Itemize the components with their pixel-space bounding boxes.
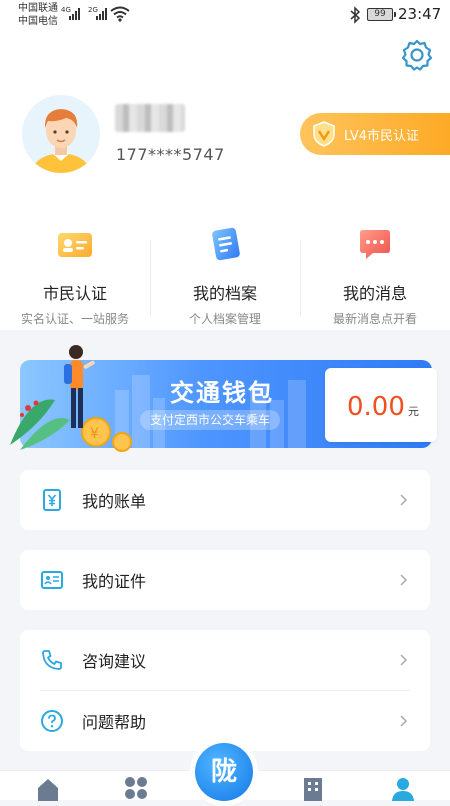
quick-action-citizen-auth[interactable]: 市民认证 实名认证、一站服务 bbox=[0, 220, 150, 326]
level-badge[interactable]: LV4市民认证 bbox=[300, 113, 450, 155]
menu-card-bill: 我的账单 bbox=[20, 470, 430, 530]
status-bar: 中国联通 中国电信 4G 2G 99 23:47 bbox=[0, 0, 450, 30]
wifi-icon bbox=[110, 6, 130, 22]
carrier-2: 中国电信 bbox=[18, 16, 58, 27]
quick-action-subtitle: 个人档案管理 bbox=[188, 312, 261, 326]
svg-text:¥: ¥ bbox=[90, 426, 99, 442]
wallet-subtitle: 支付定西市公交车乘车 bbox=[140, 410, 281, 430]
chevron-right-icon bbox=[400, 715, 408, 727]
building-icon[interactable] bbox=[300, 775, 326, 801]
bluetooth-icon bbox=[350, 6, 361, 24]
shield-v-icon bbox=[313, 121, 335, 147]
wallet-balance-amount: 0.00 bbox=[347, 392, 405, 422]
quick-action-my-messages[interactable]: 我的消息 最新消息点开看 bbox=[300, 220, 450, 326]
signal-bars-2-icon bbox=[96, 8, 107, 20]
level-badge-label: LV4市民认证 bbox=[344, 128, 419, 144]
chevron-right-icon bbox=[400, 494, 408, 506]
transport-wallet-banner[interactable]: ¥ 交通钱包 支付定西市公交车乘车 0.00 元 bbox=[10, 340, 440, 452]
center-logo-glyph: 陇 bbox=[195, 743, 253, 801]
traveler-illustration: ¥ bbox=[10, 345, 132, 452]
carrier-info: 中国联通 中国电信 bbox=[18, 2, 58, 28]
wallet-balance-unit: 元 bbox=[408, 405, 419, 418]
battery-indicator: 99 bbox=[367, 8, 396, 21]
carrier-1: 中国联通 bbox=[18, 3, 58, 14]
home-icon[interactable] bbox=[35, 775, 61, 801]
id-card-outline-icon bbox=[41, 571, 63, 589]
phone-icon bbox=[42, 650, 62, 670]
settings-gear-icon[interactable] bbox=[400, 38, 434, 72]
menu-item-bill[interactable]: 我的账单 bbox=[20, 470, 430, 530]
quick-action-subtitle: 最新消息点开看 bbox=[332, 312, 417, 326]
chevron-right-icon bbox=[400, 574, 408, 586]
wallet-title: 交通钱包 bbox=[170, 379, 274, 407]
id-card-icon bbox=[58, 233, 92, 257]
question-circle-icon bbox=[41, 710, 63, 732]
chevron-right-icon bbox=[400, 654, 408, 666]
quick-action-title: 我的档案 bbox=[192, 284, 257, 303]
menu-item-certificates[interactable]: 我的证件 bbox=[20, 550, 430, 610]
avatar[interactable] bbox=[22, 95, 100, 173]
apps-icon[interactable] bbox=[123, 775, 149, 801]
quick-action-my-archive[interactable]: 我的档案 个人档案管理 bbox=[150, 220, 300, 326]
menu-item-label: 问题帮助 bbox=[82, 713, 147, 732]
menu-item-label: 咨询建议 bbox=[82, 652, 147, 671]
document-icon bbox=[212, 227, 240, 261]
menu-item-label: 我的证件 bbox=[82, 572, 147, 591]
quick-action-title: 我的消息 bbox=[342, 284, 407, 303]
menu-card-certificates: 我的证件 bbox=[20, 550, 430, 610]
clock: 23:47 bbox=[398, 5, 442, 23]
quick-action-title: 市民认证 bbox=[42, 284, 107, 303]
menu-card-support: 咨询建议 问题帮助 bbox=[20, 630, 430, 751]
bill-yen-icon bbox=[43, 489, 61, 511]
username-blurred bbox=[115, 104, 185, 132]
phone-number: 177****5747 bbox=[116, 145, 225, 164]
signal-bars-1-icon bbox=[69, 8, 80, 20]
message-icon bbox=[360, 230, 390, 259]
user-avatar-icon bbox=[32, 109, 90, 173]
quick-action-subtitle: 实名认证、一站服务 bbox=[20, 312, 129, 326]
center-logo-button[interactable]: 陇 bbox=[190, 738, 258, 806]
menu-item-label: 我的账单 bbox=[82, 492, 147, 511]
user-profile-icon[interactable] bbox=[390, 775, 416, 801]
menu-item-consult[interactable]: 咨询建议 bbox=[20, 630, 430, 690]
